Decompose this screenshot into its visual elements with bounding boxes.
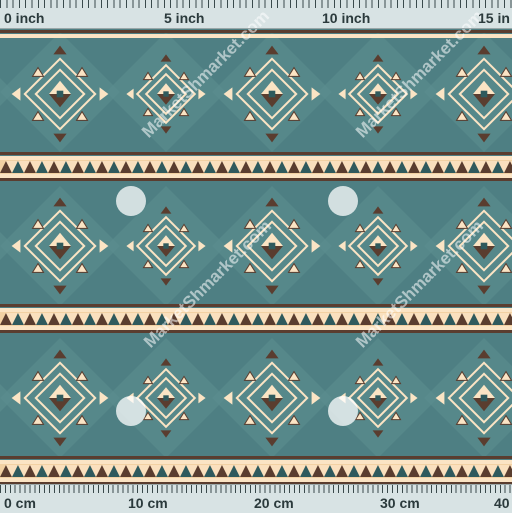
ruler-label-5-inch: 5 inch bbox=[164, 10, 205, 26]
motif-shape bbox=[163, 91, 169, 97]
motif-shape bbox=[375, 91, 381, 97]
motif-shape bbox=[56, 394, 64, 402]
motif-shape bbox=[56, 90, 64, 98]
motif-shape bbox=[163, 243, 169, 249]
motif-shape bbox=[56, 242, 64, 250]
motif-shape bbox=[268, 242, 276, 250]
stripe-brown bbox=[0, 178, 512, 181]
motif-shape bbox=[480, 90, 488, 98]
motif-shape bbox=[268, 90, 276, 98]
motif-shape bbox=[480, 242, 488, 250]
ruler-label-30-cm: 30 cm bbox=[380, 495, 420, 511]
motif-shape bbox=[375, 243, 381, 249]
ruler-label-40-cm: 40 bbox=[494, 495, 510, 511]
motif-shape bbox=[480, 394, 488, 402]
hm-logo-icon bbox=[116, 186, 146, 216]
ruler-label-0-inch: 0 inch bbox=[4, 10, 45, 26]
motif-shape bbox=[268, 394, 276, 402]
stripe-brown bbox=[0, 304, 512, 307]
hm-logo-icon bbox=[328, 186, 358, 216]
ruler-label-0-cm: 0 cm bbox=[4, 495, 36, 511]
stripe-brown bbox=[0, 330, 512, 333]
hm-logo-icon bbox=[328, 396, 358, 426]
motif-shape bbox=[375, 395, 381, 401]
motif-shape bbox=[163, 395, 169, 401]
ruler-label-10-cm: 10 cm bbox=[128, 495, 168, 511]
cm-ruler-ticks bbox=[0, 485, 512, 493]
ruler-label-15-inch: 15 in bbox=[478, 10, 510, 26]
cm-ruler: 0 cm 10 cm 20 cm 30 cm 40 bbox=[0, 484, 512, 513]
stripe-brown bbox=[0, 456, 512, 459]
ruler-label-10-inch: 10 inch bbox=[322, 10, 371, 26]
inch-ruler: 0 inch 5 inch 10 inch 15 in bbox=[0, 0, 512, 29]
ruler-label-20-cm: 20 cm bbox=[254, 495, 294, 511]
stripe-brown bbox=[0, 152, 512, 155]
hm-logo-icon bbox=[116, 396, 146, 426]
inch-ruler-ticks bbox=[0, 0, 512, 8]
